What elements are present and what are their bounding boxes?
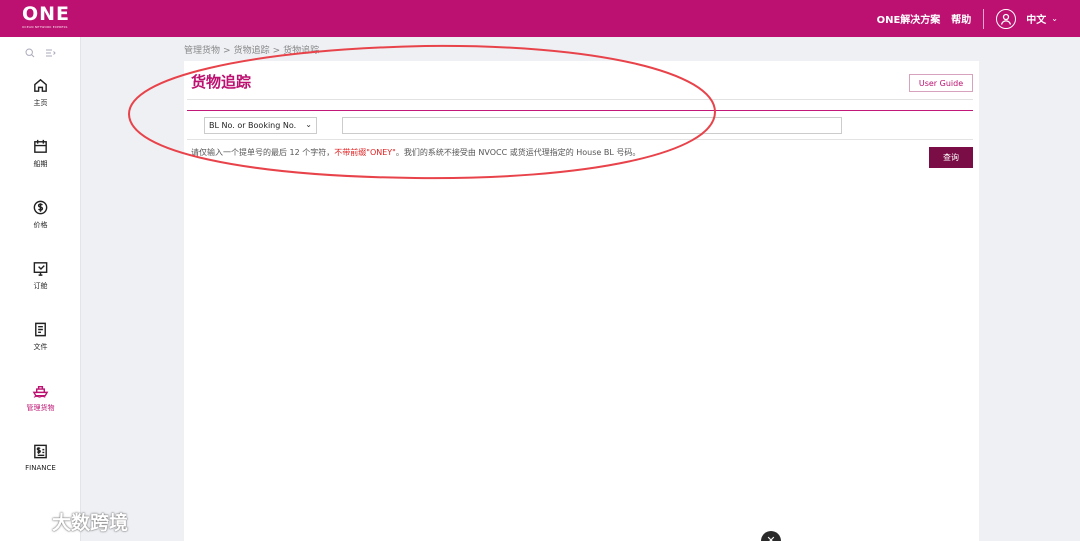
top-right-menu: ONE解决方案 帮助 中文 ⌄: [866, 0, 1058, 37]
sidebar-item-booking[interactable]: 订舱: [0, 260, 81, 291]
calendar-icon: [34, 139, 47, 153]
sidebar-item-label: 主页: [33, 99, 48, 107]
sidebar-item-label: 订舱: [33, 282, 48, 290]
hint-suffix: 。我们的系统不接受由 NVOCC 或货运代理指定的 House BL 号码。: [395, 148, 641, 157]
help-link[interactable]: 帮助: [951, 11, 971, 26]
hint-prefix: 请仅输入一个提单号的最后 12 个字符，: [191, 148, 335, 157]
cargo-tracking-panel: 货物追踪 User Guide BL No. or Booking No. ⌄ …: [184, 61, 979, 541]
dollar-icon: [33, 200, 48, 215]
sidebar-item-home[interactable]: 主页: [0, 77, 81, 108]
solutions-link[interactable]: ONE解决方案: [877, 11, 941, 26]
sidebar-item-documents[interactable]: 文件: [0, 321, 81, 352]
sidebar-item-label: 船期: [33, 160, 48, 168]
home-icon: [34, 78, 47, 92]
watermark: 大数跨境: [8, 508, 128, 535]
top-navigation-bar: ONE OCEAN NETWORK EXPRESS ONE解决方案 帮助 中文 …: [0, 0, 1080, 37]
search-type-select[interactable]: BL No. or Booking No. ⌄: [204, 117, 317, 134]
sidebar-item-finance[interactable]: FINANCE: [0, 443, 81, 472]
breadcrumb-item[interactable]: 管理货物: [184, 46, 220, 56]
watermark-text: 大数跨境: [52, 512, 129, 534]
sidebar: 主页 船期 价格 订舱 文件 管理货物 FINANCE: [0, 37, 81, 541]
search-row: BL No. or Booking No. ⌄: [187, 111, 973, 140]
sidebar-item-price[interactable]: 价格: [0, 199, 81, 230]
logo-text: ONE: [22, 3, 71, 25]
user-avatar-icon[interactable]: [996, 8, 1017, 29]
sidebar-item-label: FINANCE: [25, 464, 56, 472]
one-logo[interactable]: ONE OCEAN NETWORK EXPRESS: [22, 5, 76, 32]
sidebar-tools: [0, 37, 80, 65]
breadcrumb-item[interactable]: 货物追踪: [234, 46, 270, 56]
ship-icon: [32, 386, 49, 398]
finance-icon: [34, 444, 47, 459]
breadcrumb-separator: >: [272, 46, 281, 56]
input-hint: 请仅输入一个提单号的最后 12 个字符，不带前缀"ONEY"。我们的系统不接受由…: [191, 147, 640, 158]
chevron-down-icon: ⌄: [305, 120, 312, 129]
booking-icon: [33, 262, 48, 276]
sidebar-item-label: 文件: [33, 343, 48, 351]
logo-subtitle: OCEAN NETWORK EXPRESS: [22, 25, 68, 29]
sidebar-item-manage-cargo[interactable]: 管理货物: [0, 382, 81, 413]
sidebar-item-label: 管理货物: [26, 404, 55, 412]
breadcrumb-separator: >: [223, 46, 231, 56]
sidebar-item-label: 价格: [33, 221, 48, 229]
watermark-logo-icon: [9, 513, 46, 530]
collapse-menu-icon[interactable]: [45, 48, 56, 65]
search-type-value: BL No. or Booking No.: [209, 121, 297, 130]
header-divider: [983, 8, 985, 29]
hint-warning: 不带前缀"ONEY": [334, 148, 396, 157]
document-icon: [35, 322, 46, 337]
breadcrumb-current: 货物追踪: [283, 46, 320, 56]
chevron-down-icon: ⌄: [1051, 14, 1058, 23]
query-button[interactable]: 查询: [929, 147, 973, 168]
search-icon[interactable]: [24, 48, 35, 65]
bl-number-input[interactable]: [342, 117, 842, 134]
divider: [187, 99, 973, 100]
language-label: 中文: [1026, 15, 1047, 26]
language-selector[interactable]: 中文 ⌄: [1026, 11, 1058, 26]
breadcrumb: 管理货物 > 货物追踪 > 货物追踪: [184, 43, 319, 56]
page-title: 货物追踪: [191, 73, 252, 91]
sidebar-item-schedule[interactable]: 船期: [0, 138, 81, 169]
user-guide-button[interactable]: User Guide: [909, 74, 973, 92]
